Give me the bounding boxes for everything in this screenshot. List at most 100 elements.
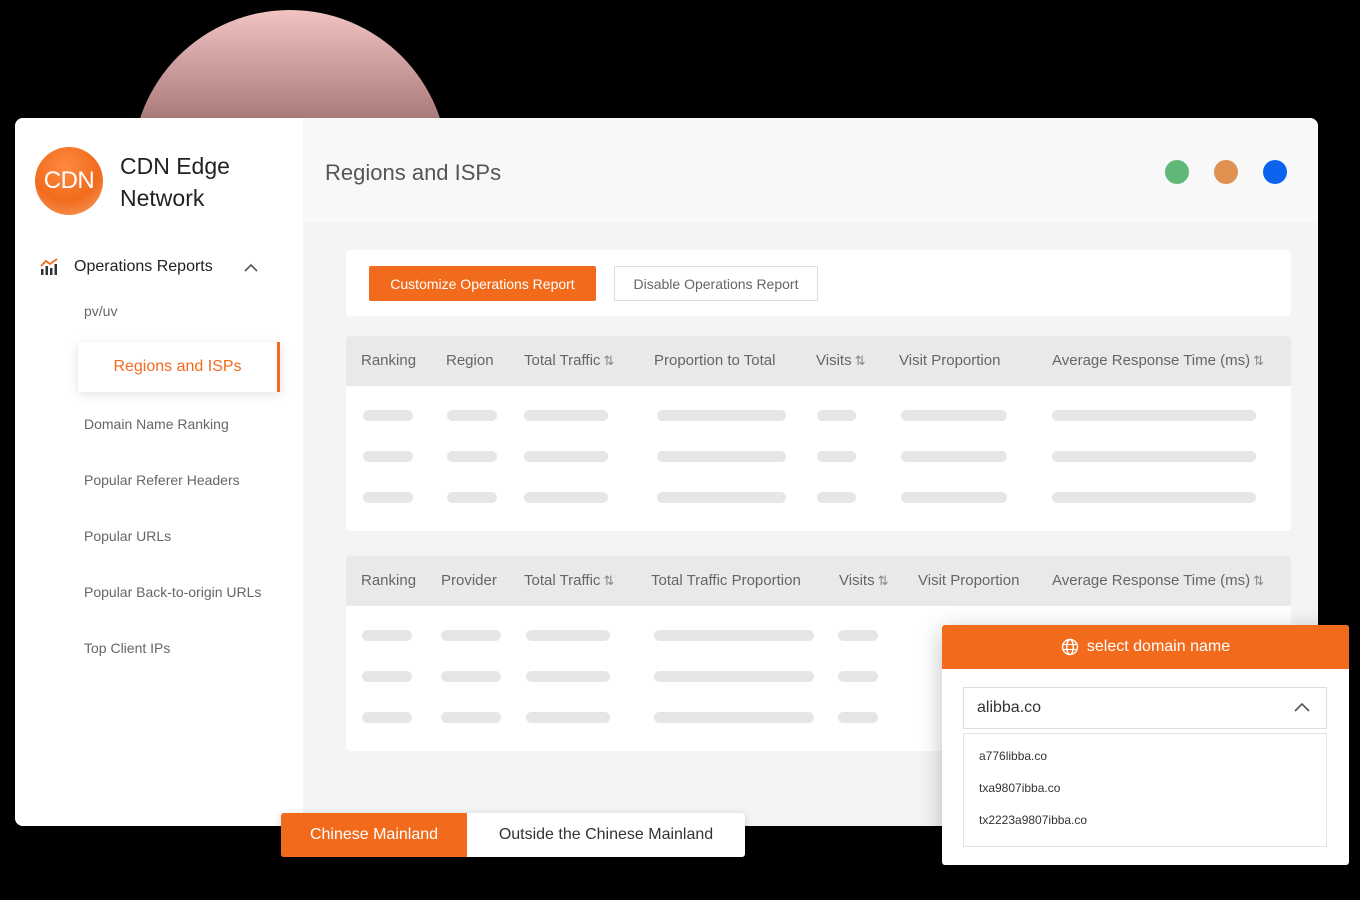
tab-outside-chinese-mainland[interactable]: Outside the Chinese Mainland <box>467 813 745 857</box>
col-average-response-time[interactable]: Average Response Time (ms) ⇅ <box>1052 572 1264 589</box>
report-toolbar: Customize Operations Report Disable Oper… <box>346 250 1291 316</box>
cdn-logo: CDN <box>35 147 103 215</box>
disable-report-button[interactable]: Disable Operations Report <box>614 266 818 301</box>
skeleton-bar <box>447 451 497 462</box>
nav-group-label: Operations Reports <box>74 258 213 275</box>
domain-select-header: select domain name <box>942 625 1349 669</box>
col-total-traffic-label: Total Traffic <box>524 352 601 369</box>
skeleton-bar <box>363 410 413 421</box>
col-average-response-time[interactable]: Average Response Time (ms) ⇅ <box>1052 352 1264 369</box>
col-total-traffic-proportion: Total Traffic Proportion <box>651 572 801 589</box>
chart-icon <box>40 258 58 275</box>
skeleton-bar <box>363 492 413 503</box>
col-total-traffic[interactable]: Total Traffic ⇅ <box>524 352 614 369</box>
col-average-response-time-label: Average Response Time (ms) <box>1052 572 1251 589</box>
sort-icon[interactable]: ⇅ <box>855 353 866 368</box>
skeleton-bar <box>817 410 856 421</box>
skeleton-bar <box>657 451 786 462</box>
col-visit-proportion: Visit Proportion <box>899 352 1001 369</box>
skeleton-bar <box>524 410 608 421</box>
sidebar-item-pv-uv[interactable]: pv/uv <box>84 303 117 319</box>
sort-icon[interactable]: ⇅ <box>878 573 889 588</box>
sidebar-item-regions-and-isps[interactable]: Regions and ISPs <box>78 342 280 392</box>
col-visits[interactable]: Visits ⇅ <box>839 572 888 589</box>
brand-name-line1: CDN Edge <box>120 153 230 179</box>
domain-option[interactable]: tx2223a9807ibba.co <box>979 813 1087 827</box>
skeleton-bar <box>654 712 814 723</box>
skeleton-bar <box>441 630 501 641</box>
skeleton-bar <box>362 671 412 682</box>
skeleton-bar <box>363 451 413 462</box>
chevron-up-icon[interactable] <box>244 261 258 275</box>
skeleton-bar <box>526 712 610 723</box>
sidebar-item-top-client-ips[interactable]: Top Client IPs <box>84 640 170 656</box>
skeleton-bar <box>447 492 497 503</box>
skeleton-bar <box>817 492 856 503</box>
nav-group-operations-reports[interactable]: Operations Reports <box>39 254 279 280</box>
status-dot-orange[interactable] <box>1214 160 1238 184</box>
status-dot-green[interactable] <box>1165 160 1189 184</box>
col-ranking: Ranking <box>361 352 417 369</box>
skeleton-bar <box>838 712 878 723</box>
skeleton-bar <box>362 630 412 641</box>
col-proportion-to-total: Proportion to Total <box>654 352 776 369</box>
skeleton-bar <box>1052 410 1256 421</box>
skeleton-bar <box>526 671 610 682</box>
skeleton-bar <box>524 451 608 462</box>
sort-icon[interactable]: ⇅ <box>603 573 614 588</box>
skeleton-bar <box>901 492 1007 503</box>
brand-name: CDN Edge Network <box>120 150 280 214</box>
skeleton-bar <box>901 410 1007 421</box>
skeleton-bar <box>524 492 608 503</box>
skeleton-bar <box>657 492 786 503</box>
sort-icon[interactable]: ⇅ <box>1253 353 1264 368</box>
chevron-up-icon[interactable] <box>1294 701 1310 715</box>
globe-icon <box>1061 638 1079 656</box>
sort-icon[interactable]: ⇅ <box>603 353 614 368</box>
skeleton-bar <box>654 630 814 641</box>
col-visit-proportion: Visit Proportion <box>918 572 1020 589</box>
col-provider: Provider <box>441 572 497 589</box>
col-visits-label: Visits <box>816 352 852 369</box>
page-title: Regions and ISPs <box>325 160 502 185</box>
skeleton-bar <box>657 410 786 421</box>
sidebar-item-popular-urls[interactable]: Popular URLs <box>84 528 171 544</box>
col-region: Region <box>446 352 494 369</box>
domain-select-panel: select domain name alibba.co a776libba.c… <box>942 625 1349 865</box>
skeleton-bar <box>1052 451 1256 462</box>
table-header: Ranking Provider Total Traffic ⇅ Total Tr… <box>346 556 1291 606</box>
skeleton-bar <box>526 630 610 641</box>
skeleton-bar <box>447 410 497 421</box>
region-table: Ranking Region Total Traffic ⇅ Proportion… <box>346 336 1291 531</box>
sidebar-item-domain-name-ranking[interactable]: Domain Name Ranking <box>84 416 229 432</box>
col-visits-label: Visits <box>839 572 875 589</box>
skeleton-bar <box>441 712 501 723</box>
sort-icon[interactable]: ⇅ <box>1253 573 1264 588</box>
skeleton-bar <box>901 451 1007 462</box>
domain-option[interactable]: a776libba.co <box>979 749 1047 763</box>
skeleton-bar <box>838 630 878 641</box>
skeleton-bar <box>1052 492 1256 503</box>
domain-option[interactable]: txa9807ibba.co <box>979 781 1060 795</box>
sidebar-item-popular-referer-headers[interactable]: Popular Referer Headers <box>84 472 240 488</box>
page-header: Regions and ISPs <box>303 118 1318 222</box>
tab-chinese-mainland[interactable]: Chinese Mainland <box>281 813 467 857</box>
region-tabs: Chinese Mainland Outside the Chinese Mai… <box>281 813 745 857</box>
col-average-response-time-label: Average Response Time (ms) <box>1052 352 1251 369</box>
col-total-traffic-label: Total Traffic <box>524 572 601 589</box>
status-dot-blue[interactable] <box>1263 160 1287 184</box>
domain-options-list: a776libba.co txa9807ibba.co tx2223a9807i… <box>963 733 1327 847</box>
col-visits[interactable]: Visits ⇅ <box>816 352 865 369</box>
sidebar-item-popular-back-to-origin-urls[interactable]: Popular Back-to-origin URLs <box>84 584 261 600</box>
domain-select-title: select domain name <box>1086 638 1231 655</box>
skeleton-bar <box>838 671 878 682</box>
col-ranking: Ranking <box>361 572 417 589</box>
skeleton-bar <box>817 451 856 462</box>
domain-select-value: alibba.co <box>977 699 1042 716</box>
domain-select[interactable]: alibba.co <box>963 687 1327 729</box>
skeleton-bar <box>362 712 412 723</box>
table-header: Ranking Region Total Traffic ⇅ Proportion… <box>346 336 1291 386</box>
skeleton-bar <box>654 671 814 682</box>
col-total-traffic[interactable]: Total Traffic ⇅ <box>524 572 614 589</box>
customize-report-button[interactable]: Customize Operations Report <box>369 266 596 301</box>
